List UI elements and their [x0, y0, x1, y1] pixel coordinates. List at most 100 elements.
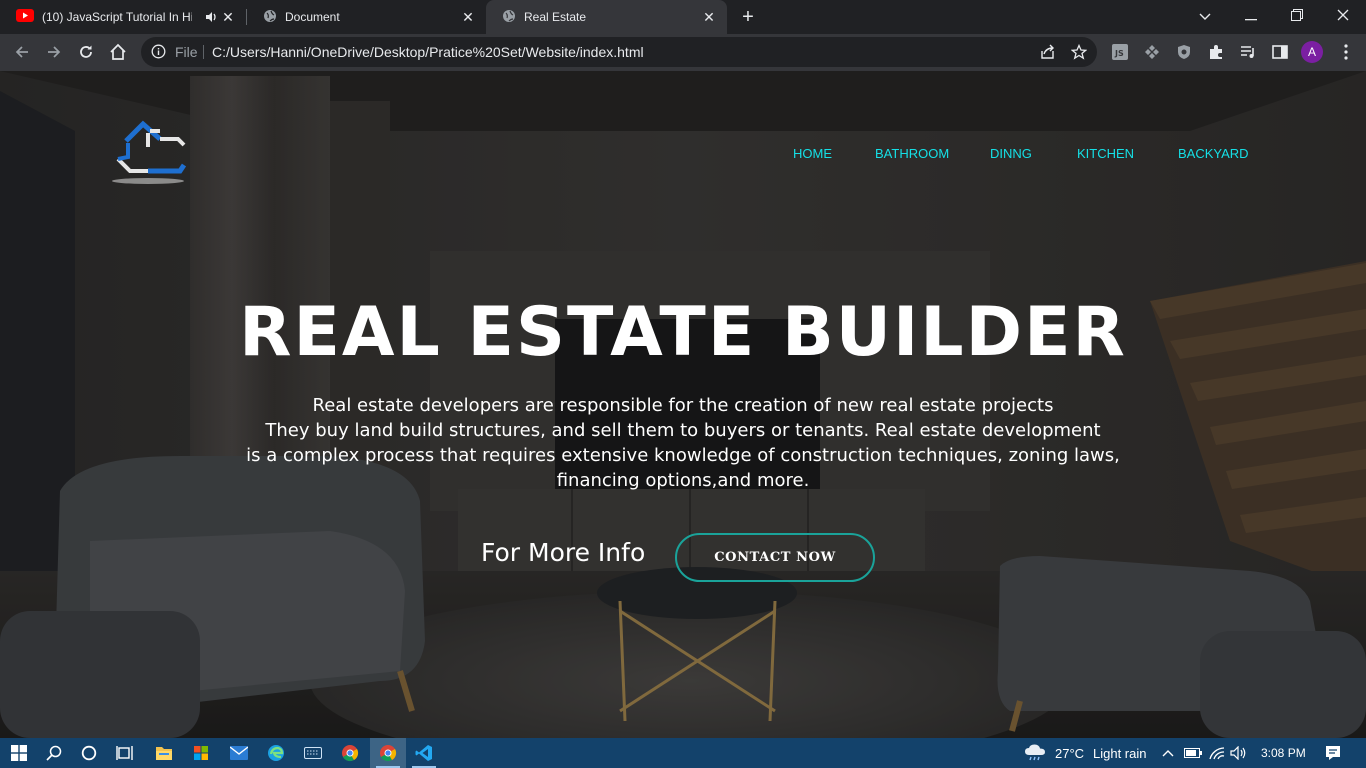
contact-now-button[interactable]: CONTACT NOW — [675, 533, 875, 582]
hero-title: REAL ESTATE BUILDER — [239, 293, 1127, 372]
arrow-right-icon — [48, 46, 61, 58]
scheme-label: File — [175, 44, 198, 60]
volume-button[interactable] — [1228, 742, 1250, 764]
windows-taskbar: 27°C Light rain 3:08 PM — [0, 738, 1366, 768]
nav-backyard[interactable]: BACKYARD — [1178, 146, 1249, 161]
close-tab-icon[interactable]: ✕ — [701, 9, 717, 25]
home-button[interactable] — [106, 40, 130, 64]
restore-button[interactable] — [1274, 0, 1320, 34]
battery-button[interactable] — [1182, 742, 1204, 764]
home-icon — [110, 43, 126, 60]
youtube-icon — [16, 9, 34, 25]
battery-icon — [1184, 748, 1202, 758]
mail-icon — [230, 746, 248, 760]
start-button[interactable] — [8, 742, 30, 764]
profile-avatar[interactable]: A — [1301, 41, 1323, 63]
mail-button[interactable] — [228, 742, 250, 764]
reload-button[interactable] — [74, 40, 98, 64]
menu-button[interactable] — [1334, 40, 1358, 64]
wifi-button[interactable] — [1206, 742, 1228, 764]
close-tab-icon[interactable]: ✕ — [460, 9, 476, 25]
svg-text:JS: JS — [1114, 49, 1124, 58]
notifications-button[interactable] — [1322, 742, 1344, 764]
bookmark-star-icon[interactable] — [1070, 43, 1088, 65]
weather-widget[interactable] — [1024, 742, 1046, 764]
tab-title: (10) JavaScript Tutorial In Hin — [42, 10, 192, 24]
keyboard-app-button[interactable] — [302, 742, 324, 764]
globe-icon — [263, 9, 277, 26]
tab-search-button[interactable] — [1182, 0, 1228, 34]
chrome-button[interactable] — [339, 742, 361, 764]
hero-line: They buy land build structures, and sell… — [265, 420, 1101, 441]
shield-icon — [1178, 45, 1190, 59]
browser-toolbar: File C:/Users/Hanni/OneDrive/Desktop/Pra… — [0, 34, 1366, 71]
more-info-label: For More Info — [481, 538, 646, 567]
task-view-icon — [116, 746, 133, 760]
search-button[interactable] — [43, 742, 65, 764]
folder-icon — [156, 747, 172, 760]
tab-real-estate[interactable]: Real Estate ✕ — [486, 0, 727, 34]
address-divider — [203, 45, 204, 59]
store-icon — [194, 746, 208, 760]
close-tab-icon[interactable]: ✕ — [220, 9, 236, 25]
hero-description: Real estate developers are responsible f… — [0, 393, 1366, 493]
tab-document[interactable]: Document ✕ — [247, 0, 486, 34]
task-view-button[interactable] — [114, 742, 136, 764]
windows-logo-icon — [11, 745, 27, 761]
nav-bathroom[interactable]: BATHROOM — [875, 146, 949, 161]
cortana-button[interactable] — [78, 742, 100, 764]
weather-desc[interactable]: Light rain — [1093, 746, 1146, 761]
store-button[interactable] — [190, 742, 212, 764]
side-panel-icon — [1272, 45, 1288, 59]
puzzle-icon — [1210, 45, 1222, 59]
vscode-icon — [415, 745, 432, 761]
media-control-button[interactable] — [1236, 40, 1260, 64]
address-bar[interactable]: File C:/Users/Hanni/OneDrive/Desktop/Pra… — [141, 37, 1097, 67]
new-tab-button[interactable]: + — [737, 6, 759, 28]
side-panel-button[interactable] — [1268, 40, 1292, 64]
weather-temp[interactable]: 27°C — [1055, 746, 1084, 761]
extensions-button[interactable] — [1204, 40, 1228, 64]
chrome-active-button[interactable] — [377, 742, 399, 764]
search-icon — [46, 745, 62, 761]
back-button[interactable] — [10, 40, 34, 64]
wifi-icon — [1209, 747, 1225, 760]
tab-youtube[interactable]: (10) JavaScript Tutorial In Hin ✕ — [0, 0, 246, 34]
vscode-button[interactable] — [413, 742, 435, 764]
extension-shield-button[interactable] — [1172, 40, 1196, 64]
nav-kitchen[interactable]: KITCHEN — [1077, 146, 1134, 161]
page-viewport: HOME BATHROOM DINNG KITCHEN BACKYARD REA… — [0, 71, 1366, 738]
company-logo[interactable] — [108, 119, 190, 189]
arrow-left-icon — [15, 46, 28, 58]
diamond-extension-icon — [1145, 45, 1159, 59]
share-icon[interactable] — [1040, 44, 1056, 65]
hero-line: Real estate developers are responsible f… — [312, 395, 1054, 416]
clock[interactable]: 3:08 PM — [1261, 746, 1306, 760]
speaker-icon[interactable] — [204, 10, 218, 27]
chevron-up-icon — [1162, 750, 1174, 757]
url-text[interactable]: C:/Users/Hanni/OneDrive/Desktop/Pratice%… — [212, 44, 644, 60]
forward-button[interactable] — [42, 40, 66, 64]
js-extension-icon: JS — [1112, 44, 1128, 60]
info-icon[interactable] — [151, 44, 166, 64]
volume-icon — [1230, 746, 1246, 760]
nav-dinng[interactable]: DINNG — [990, 146, 1032, 161]
globe-icon — [502, 9, 516, 26]
tab-title: Real Estate — [524, 10, 587, 24]
close-window-button[interactable] — [1320, 0, 1366, 34]
minimize-button[interactable] — [1228, 0, 1274, 34]
show-hidden-icons-button[interactable] — [1157, 742, 1179, 764]
nav-home[interactable]: HOME — [793, 146, 832, 161]
playlist-icon — [1241, 46, 1254, 58]
extension-js-button[interactable]: JS — [1108, 40, 1132, 64]
keyboard-icon — [304, 747, 322, 759]
rain-cloud-icon — [1025, 744, 1045, 761]
hero-line: financing options,and more. — [556, 470, 810, 491]
extension-diamond-button[interactable] — [1140, 40, 1164, 64]
edge-button[interactable] — [265, 742, 287, 764]
hero-line: is a complex process that requires exten… — [246, 445, 1120, 466]
minimize-icon — [1245, 19, 1257, 21]
file-explorer-button[interactable] — [153, 742, 175, 764]
chevron-down-icon — [1199, 13, 1211, 20]
chrome-icon — [380, 745, 397, 762]
